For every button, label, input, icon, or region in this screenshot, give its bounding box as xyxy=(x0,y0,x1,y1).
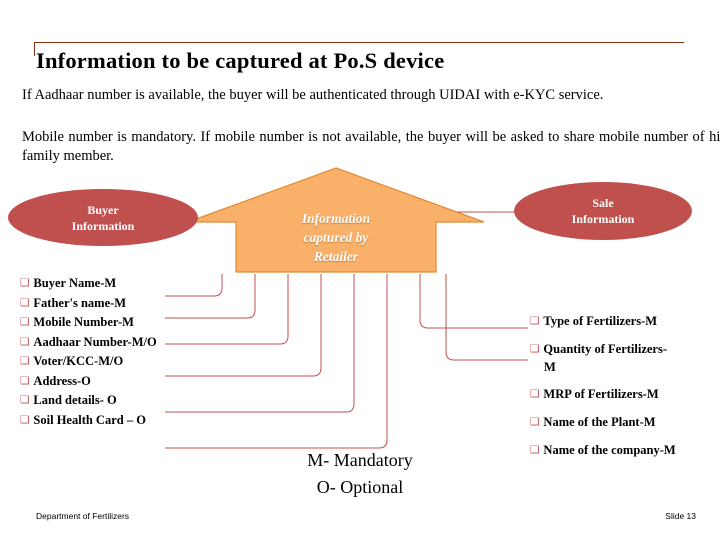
checkbox-bullet-icon: ❑ xyxy=(530,388,540,400)
sale-information-list: ❑ Type of Fertilizers-M ❑ Quantity of Fert… xyxy=(530,313,716,470)
checkbox-bullet-icon: ❑ xyxy=(20,355,30,367)
footer-department: Department of Fertilizers xyxy=(36,511,130,521)
legend-mandatory: M- Mandatory xyxy=(307,450,413,470)
list-item-label: Aadhaar Number-M/O xyxy=(33,334,157,349)
buyer-information-badge: Buyer Information xyxy=(8,189,198,246)
buyer-badge-line-2: Information xyxy=(71,218,135,233)
checkbox-bullet-icon: ❑ xyxy=(20,277,30,289)
title-divider-line xyxy=(34,42,684,43)
list-item: ❑ Type of Fertilizers-M xyxy=(530,313,716,331)
list-item: ❑ Name of the company-M xyxy=(530,442,716,460)
list-item-label: Voter/KCC-M/O xyxy=(33,354,124,368)
sale-badge-line-2: Information xyxy=(571,212,635,226)
list-item: ❑ Land details- O xyxy=(20,392,230,411)
title-divider-tick xyxy=(34,42,35,56)
list-item-label: Quantity of Fertilizers- xyxy=(543,342,667,356)
checkbox-bullet-icon: ❑ xyxy=(20,374,30,387)
list-item: ❑ Soil Health Card – O xyxy=(20,412,230,431)
list-item: ❑ Buyer Name-M xyxy=(20,275,230,294)
list-item: ❑ Mobile Number-M xyxy=(20,314,230,333)
intro-paragraph-2: Mobile number is mandatory. If mobile nu… xyxy=(22,129,720,164)
buyer-information-list: ❑ Buyer Name-M ❑ Father's name-M ❑ Mobile N… xyxy=(20,275,230,431)
list-item-label: Soil Health Card – O xyxy=(33,412,146,427)
slide-canvas: Information to be captured at Po.S devic… xyxy=(0,0,720,540)
house-label-line-3: Retailer xyxy=(313,249,359,264)
checkbox-bullet-icon: ❑ xyxy=(20,335,30,348)
house-label: Information captured by Retailer xyxy=(186,209,486,266)
checkbox-bullet-icon: ❑ xyxy=(530,416,540,428)
list-item-label-continuation: M xyxy=(544,360,556,374)
sale-badge-line-1: Sale xyxy=(592,196,614,210)
list-item-label: Type of Fertilizers-M xyxy=(543,314,658,328)
list-item-label: Land details- O xyxy=(33,393,117,407)
list-item-label: Name of the company-M xyxy=(543,443,676,457)
list-item: ❑ Address-O xyxy=(20,373,230,392)
list-item-label: Name of the Plant-M xyxy=(543,415,656,429)
house-label-line-2: captured by xyxy=(303,230,369,245)
page-title: Information to be captured at Po.S devic… xyxy=(36,48,445,73)
list-item-label: Father's name-M xyxy=(33,295,127,310)
buyer-badge-line-1: Buyer xyxy=(87,202,119,217)
list-item: ❑ Voter/KCC-M/O xyxy=(20,353,230,372)
legend-optional: O- Optional xyxy=(316,477,404,497)
intro-paragraph-1: If Aadhaar number is available, the buye… xyxy=(22,87,604,103)
footer-slide-number: Slide 13 xyxy=(665,511,696,521)
list-item: ❑ MRP of Fertilizers-M xyxy=(530,386,716,404)
checkbox-bullet-icon: ❑ xyxy=(20,316,30,328)
list-item: ❑ Quantity of Fertilizers- M xyxy=(530,341,716,376)
list-item-label: Address-O xyxy=(33,373,91,388)
list-item: ❑ Name of the Plant-M xyxy=(530,414,716,432)
checkbox-bullet-icon: ❑ xyxy=(20,296,30,309)
checkbox-bullet-icon: ❑ xyxy=(530,444,540,456)
checkbox-bullet-icon: ❑ xyxy=(530,315,540,327)
checkbox-bullet-icon: ❑ xyxy=(530,343,540,355)
checkbox-bullet-icon: ❑ xyxy=(20,413,30,426)
list-item: ❑ Father's name-M xyxy=(20,295,230,314)
house-label-line-1: Information xyxy=(301,211,371,226)
list-item-label: Mobile Number-M xyxy=(33,315,134,329)
sale-information-badge: Sale Information xyxy=(514,182,692,240)
list-item-label: MRP of Fertilizers-M xyxy=(543,387,659,401)
checkbox-bullet-icon: ❑ xyxy=(20,394,30,406)
list-item: ❑ Aadhaar Number-M/O xyxy=(20,334,230,353)
list-item-label: Buyer Name-M xyxy=(33,276,117,290)
